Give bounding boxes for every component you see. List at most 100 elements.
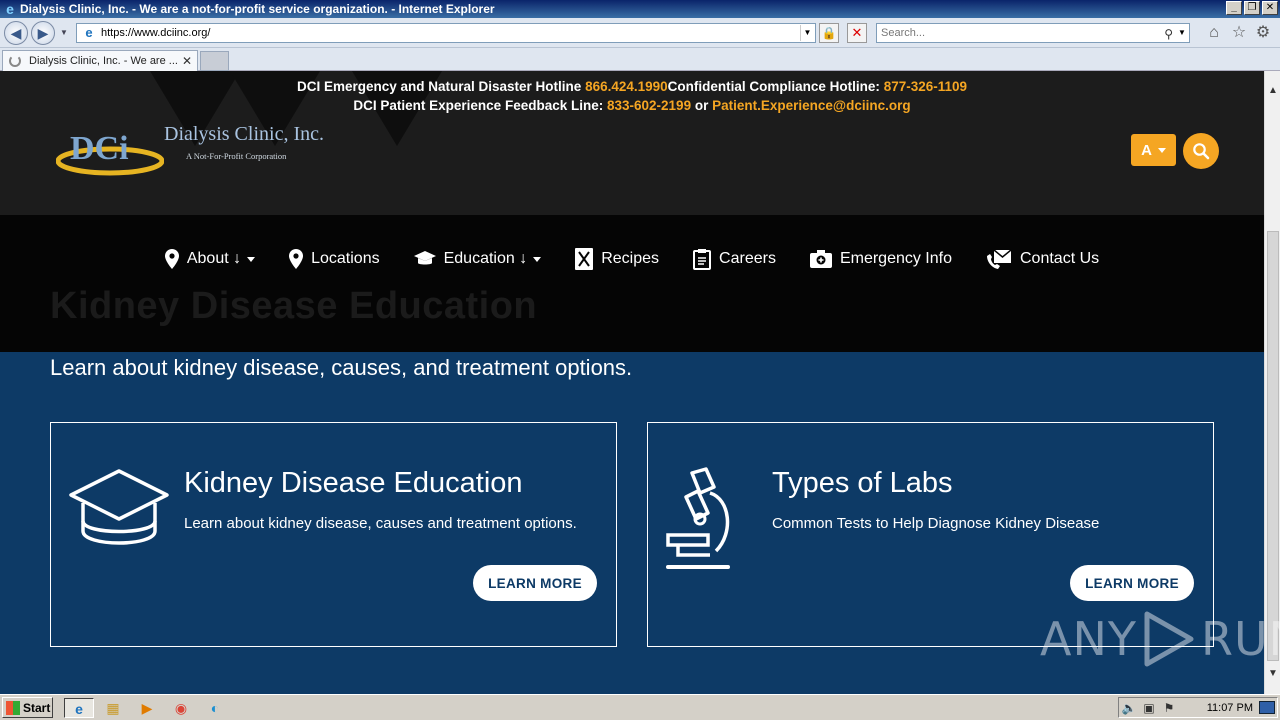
- volume-icon[interactable]: 🔈: [1119, 701, 1139, 715]
- accessibility-button[interactable]: A: [1131, 134, 1176, 166]
- start-label: Start: [23, 700, 51, 715]
- action-center-flag-icon[interactable]: ⚑: [1159, 701, 1179, 715]
- map-pin-icon: [164, 249, 179, 269]
- clipboard-icon: [693, 249, 712, 270]
- watermark-right: RUN: [1200, 612, 1280, 666]
- close-window-button[interactable]: ✕: [1262, 1, 1278, 15]
- ie-logo-icon: e: [6, 1, 14, 17]
- learn-more-button[interactable]: LEARN MORE: [1070, 565, 1194, 601]
- nav-item-careers[interactable]: Careers: [693, 248, 776, 270]
- taskbar-edge-icon[interactable]: ◐: [204, 698, 226, 718]
- taskbar-chrome-icon[interactable]: ◉: [170, 698, 192, 718]
- hotline-banner: DCI Emergency and Natural Disaster Hotli…: [0, 77, 1264, 115]
- system-tray: 🔈 ▣ ⚑ 11:07 PM: [1118, 697, 1278, 718]
- site-search-button[interactable]: [1183, 133, 1219, 169]
- history-dropdown-icon[interactable]: ▼: [60, 28, 68, 37]
- taskbar-media-player-icon[interactable]: ▶: [136, 698, 158, 718]
- emergency-hotline-number[interactable]: 866.424.1990: [585, 79, 668, 94]
- nav-item-education[interactable]: Education ↓: [413, 250, 542, 268]
- card-description: Common Tests to Help Diagnose Kidney Dis…: [772, 515, 1100, 532]
- gear-icon[interactable]: ⚙: [1254, 24, 1272, 42]
- main-navigation: Kidney Disease Education About ↓ Locatio…: [0, 215, 1264, 352]
- screen: e Dialysis Clinic, Inc. - We are a not-f…: [0, 0, 1280, 720]
- tab-dci[interactable]: Dialysis Clinic, Inc. - We are ... ✕: [2, 50, 198, 71]
- nav-item-emergency-info[interactable]: Emergency Info: [809, 250, 952, 268]
- logo-name: Dialysis Clinic, Inc.: [164, 123, 324, 145]
- nav-item-label: Emergency Info: [839, 250, 952, 267]
- web-viewport: DCI Emergency and Natural Disaster Hotli…: [0, 71, 1264, 694]
- url-text[interactable]: https://www.dciinc.org/: [101, 27, 210, 39]
- minimize-button[interactable]: _: [1226, 1, 1242, 15]
- feedback-email-link[interactable]: Patient.Experience@dciinc.org: [712, 98, 910, 113]
- loading-spinner-icon: [9, 55, 21, 67]
- search-icon[interactable]: ⚲: [1164, 25, 1173, 43]
- nav-item-label: Education ↓: [443, 250, 528, 267]
- page-heading: Kidney Disease Education: [50, 285, 538, 327]
- back-button[interactable]: ◀: [4, 21, 28, 45]
- new-tab-button[interactable]: [200, 51, 229, 71]
- search-placeholder: Search...: [881, 27, 926, 39]
- feedback-line-label: DCI Patient Experience Feedback Line:: [353, 98, 604, 113]
- chevron-down-icon: [533, 256, 542, 262]
- favorites-star-icon[interactable]: ☆: [1230, 24, 1248, 42]
- forward-button[interactable]: ▶: [31, 21, 55, 45]
- logo-tagline: A Not-For-Profit Corporation: [186, 151, 287, 161]
- card-title: Kidney Disease Education: [184, 467, 523, 499]
- nav-menu: About ↓ Locations Education ↓ Recipes Ca…: [0, 248, 1264, 270]
- phone-envelope-icon: [987, 249, 1012, 269]
- learn-more-button[interactable]: LEARN MORE: [473, 565, 597, 601]
- vertical-scrollbar[interactable]: ▲ ▼: [1264, 71, 1280, 694]
- nav-item-recipes[interactable]: Recipes: [575, 248, 659, 270]
- nav-item-label: About ↓: [186, 250, 242, 267]
- nav-item-contact-us[interactable]: Contact Us: [986, 248, 1099, 270]
- restore-button[interactable]: ❐: [1244, 1, 1260, 15]
- address-dropdown-icon[interactable]: ▼: [800, 25, 814, 41]
- nav-item-locations[interactable]: Locations: [289, 249, 380, 269]
- play-triangle-icon: [1144, 611, 1194, 667]
- close-tab-icon[interactable]: ✕: [182, 54, 192, 68]
- window-titlebar: e Dialysis Clinic, Inc. - We are a not-f…: [0, 0, 1280, 18]
- browser-search-input[interactable]: Search... ⚲ ▼: [876, 23, 1190, 43]
- stop-icon[interactable]: ✕: [847, 23, 867, 43]
- nav-item-label: Recipes: [601, 250, 660, 267]
- page-subtitle: Learn about kidney disease, causes, and …: [50, 355, 633, 380]
- search-dropdown-icon[interactable]: ▼: [1176, 25, 1188, 41]
- graduation-cap-icon: [69, 469, 169, 545]
- nav-item-about[interactable]: About ↓: [164, 249, 256, 269]
- compliance-hotline-number[interactable]: 877-326-1109: [884, 79, 967, 94]
- site-logo[interactable]: DCi Dialysis Clinic, Inc. A Not-For-Prof…: [56, 121, 336, 181]
- nav-item-label: Careers: [719, 250, 776, 267]
- home-icon[interactable]: ⌂: [1205, 24, 1223, 42]
- chevron-down-icon: [247, 256, 256, 262]
- compliance-hotline-label: Confidential Compliance Hotline:: [667, 79, 880, 94]
- taskbar: Start e ▦ ▶ ◉ ◐ 🔈 ▣ ⚑ 11:07 PM: [0, 694, 1280, 720]
- microscope-icon: [666, 467, 730, 569]
- page-ie-icon: e: [85, 25, 93, 40]
- taskbar-explorer-icon[interactable]: ▦: [102, 698, 124, 718]
- search-icon: [1193, 143, 1210, 160]
- tab-title: Dialysis Clinic, Inc. - We are ...: [29, 55, 178, 67]
- map-pin-icon: [289, 249, 304, 269]
- site-header: DCI Emergency and Natural Disaster Hotli…: [0, 71, 1264, 215]
- window-title: Dialysis Clinic, Inc. - We are a not-for…: [20, 2, 495, 16]
- clock[interactable]: 11:07 PM: [1207, 702, 1253, 714]
- browser-toolbar: ◀ ▶ ▼ e https://www.dciinc.org/ ▼ 🔒 ✕ Se…: [0, 18, 1280, 48]
- address-bar[interactable]: e https://www.dciinc.org/ ▼: [76, 23, 816, 43]
- window-controls: _ ❐ ✕: [1226, 1, 1278, 15]
- scroll-up-icon[interactable]: ▲: [1265, 83, 1280, 99]
- windows-flag-icon: [6, 700, 20, 715]
- first-aid-icon: [809, 250, 832, 268]
- start-button[interactable]: Start: [2, 697, 53, 718]
- nav-item-label: Contact Us: [1020, 250, 1100, 267]
- taskbar-ie-icon[interactable]: e: [64, 698, 94, 718]
- graduation-cap-icon: [413, 251, 436, 265]
- network-icon[interactable]: ▣: [1139, 701, 1159, 715]
- scroll-down-icon[interactable]: ▼: [1265, 666, 1280, 682]
- lock-icon[interactable]: 🔒: [819, 23, 839, 43]
- feedback-line-number[interactable]: 833-602-2199: [607, 98, 691, 113]
- anyrun-watermark: ANY RUN: [1040, 610, 1280, 668]
- show-desktop-icon[interactable]: [1259, 701, 1275, 714]
- scroll-thumb[interactable]: [1267, 231, 1279, 661]
- accessibility-label: A: [1141, 141, 1152, 159]
- chevron-down-icon: [1157, 147, 1166, 153]
